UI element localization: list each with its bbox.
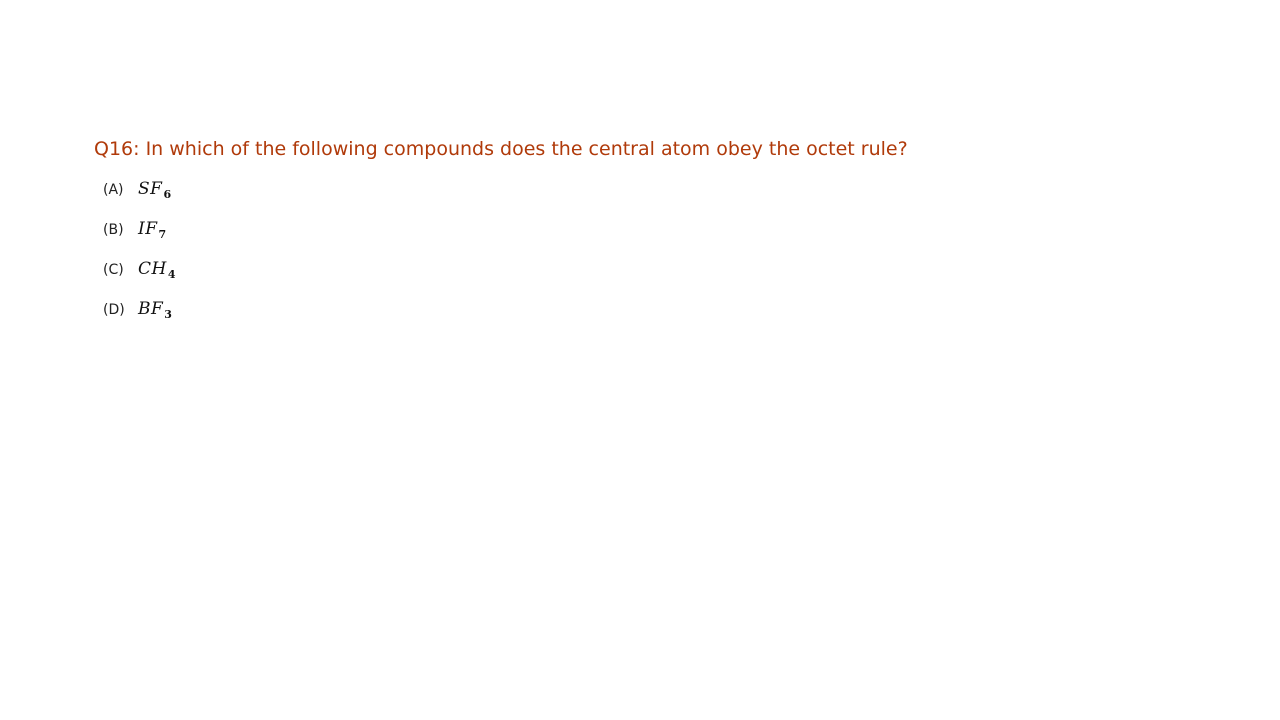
option-letter: (B) xyxy=(103,222,124,238)
option-formula: CH4 xyxy=(138,259,176,281)
formula-main: SF xyxy=(138,179,163,199)
formula-subscript: 3 xyxy=(164,308,173,321)
option-formula: IF7 xyxy=(138,219,167,241)
formula-main: CH xyxy=(138,259,167,279)
option-formula: BF3 xyxy=(138,299,172,321)
option-c[interactable]: (C) CH4 xyxy=(94,250,908,290)
question-block: Q16: In which of the following compounds… xyxy=(94,136,908,330)
option-b[interactable]: (B) IF7 xyxy=(94,210,908,250)
formula-main: IF xyxy=(138,219,158,239)
option-d[interactable]: (D) BF3 xyxy=(94,290,908,330)
option-letter: (A) xyxy=(103,182,124,198)
option-formula: SF6 xyxy=(138,179,172,201)
formula-subscript: 4 xyxy=(167,268,176,281)
option-letter: (D) xyxy=(103,302,125,318)
options-list: (A) SF6 (B) IF7 (C) CH4 (D) BF3 xyxy=(94,170,908,330)
formula-main: BF xyxy=(138,299,164,319)
formula-subscript: 7 xyxy=(158,228,167,241)
option-letter: (C) xyxy=(103,262,124,278)
formula-subscript: 6 xyxy=(163,188,172,201)
question-text: Q16: In which of the following compounds… xyxy=(94,138,908,160)
option-a[interactable]: (A) SF6 xyxy=(94,170,908,210)
